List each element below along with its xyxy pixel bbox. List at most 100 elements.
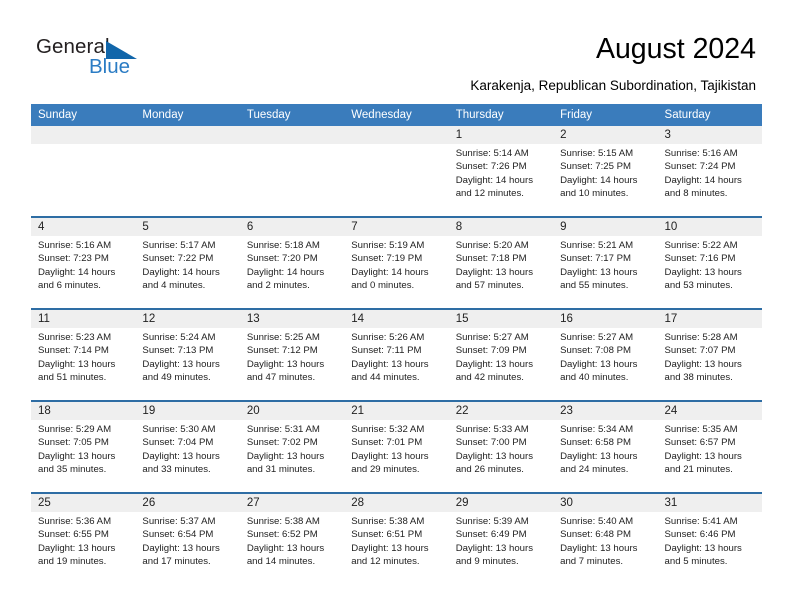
calendar-day-cell[interactable]: 19 Sunrise: 5:30 AM Sunset: 7:04 PM Dayligh… <box>135 402 239 492</box>
weekday-header-saturday: Saturday <box>664 109 711 121</box>
daylight-duration-line2: and 7 minutes. <box>560 556 624 568</box>
daylight-duration-line2: and 35 minutes. <box>38 464 107 476</box>
calendar-day-cell[interactable]: 4 Sunrise: 5:16 AM Sunset: 7:23 PM Daylight… <box>31 218 135 308</box>
calendar-day-cell[interactable]: 10 Sunrise: 5:22 AM Sunset: 7:16 PM Dayligh… <box>658 218 762 308</box>
sunset-time: Sunset: 7:05 PM <box>38 437 109 449</box>
calendar-day-cell[interactable]: 12 Sunrise: 5:24 AM Sunset: 7:13 PM Dayligh… <box>135 310 239 400</box>
calendar-day-cell[interactable]: 31 Sunrise: 5:41 AM Sunset: 6:46 PM Dayligh… <box>658 494 762 584</box>
calendar-day-cell[interactable]: 18 Sunrise: 5:29 AM Sunset: 7:05 PM Dayligh… <box>31 402 135 492</box>
sunset-time: Sunset: 6:54 PM <box>142 529 214 541</box>
calendar-day-cell-empty <box>240 126 344 216</box>
day-number: 25 <box>38 497 51 509</box>
day-number: 16 <box>560 313 573 325</box>
calendar-day-cell[interactable]: 14 Sunrise: 5:26 AM Sunset: 7:11 PM Dayligh… <box>344 310 448 400</box>
sunrise-time: Sunrise: 5:15 AM <box>560 148 634 159</box>
sunset-time: Sunset: 7:14 PM <box>38 345 109 357</box>
brand-logo[interactable]: General Blue <box>36 36 216 82</box>
calendar-weeks: 1 Sunrise: 5:14 AM Sunset: 7:26 PM Daylight… <box>31 126 762 584</box>
daylight-duration-line2: and 0 minutes. <box>351 280 415 292</box>
calendar-day-cell[interactable]: 15 Sunrise: 5:27 AM Sunset: 7:09 PM Dayligh… <box>449 310 553 400</box>
weekday-header-tuesday: Tuesday <box>246 109 291 121</box>
day-number: 10 <box>664 221 678 233</box>
calendar-day-cell[interactable]: 24 Sunrise: 5:35 AM Sunset: 6:57 PM Dayligh… <box>658 402 762 492</box>
sunset-time: Sunset: 6:57 PM <box>664 437 736 449</box>
sunset-time: Sunset: 7:16 PM <box>664 253 736 265</box>
day-number: 13 <box>246 313 260 325</box>
calendar-day-cell[interactable]: 21 Sunrise: 5:32 AM Sunset: 7:01 PM Dayligh… <box>344 402 448 492</box>
calendar-day-cell[interactable]: 5 Sunrise: 5:17 AM Sunset: 7:22 PM Daylight… <box>135 218 239 308</box>
sunrise-time: Sunrise: 5:24 AM <box>142 332 216 343</box>
calendar-day-cell[interactable]: 7 Sunrise: 5:19 AM Sunset: 7:19 PM Daylight… <box>344 218 448 308</box>
calendar-day-cell[interactable]: 30 Sunrise: 5:40 AM Sunset: 6:48 PM Dayligh… <box>553 494 657 584</box>
sunrise-time: Sunrise: 5:37 AM <box>142 516 216 527</box>
day-number: 9 <box>560 221 567 233</box>
daylight-duration-line2: and 31 minutes. <box>246 464 316 476</box>
day-number: 3 <box>664 129 671 141</box>
calendar-grid: Sunday Monday Tuesday Wednesday Thursday… <box>31 104 762 584</box>
calendar-day-cell[interactable]: 26 Sunrise: 5:37 AM Sunset: 6:54 PM Dayligh… <box>135 494 239 584</box>
daylight-duration-line1: Daylight: 13 hours <box>351 358 429 370</box>
calendar-day-cell[interactable]: 22 Sunrise: 5:33 AM Sunset: 7:00 PM Dayligh… <box>449 402 553 492</box>
sunrise-time: Sunrise: 5:33 AM <box>455 424 529 435</box>
day-sun-info: Sunrise: 5:18 AM Sunset: 7:20 PM Daylight:… <box>247 236 344 293</box>
daylight-duration-line1: Daylight: 13 hours <box>246 450 325 462</box>
day-number: 12 <box>142 313 156 325</box>
sunset-time: Sunset: 7:22 PM <box>142 253 214 265</box>
day-sun-info: Sunrise: 5:28 AM Sunset: 7:07 PM Daylight:… <box>665 328 762 385</box>
calendar-week-row: 18 Sunrise: 5:29 AM Sunset: 7:05 PM Dayligh… <box>31 400 762 492</box>
day-sun-info: Sunrise: 5:23 AM Sunset: 7:14 PM Daylight:… <box>38 328 135 385</box>
calendar-day-cell[interactable]: 11 Sunrise: 5:23 AM Sunset: 7:14 PM Dayligh… <box>31 310 135 400</box>
sunrise-time: Sunrise: 5:32 AM <box>351 424 425 435</box>
daylight-duration-line1: Daylight: 14 hours <box>560 174 638 186</box>
day-sun-info: Sunrise: 5:24 AM Sunset: 7:13 PM Daylight:… <box>142 328 239 385</box>
day-number: 29 <box>455 497 469 509</box>
brand-name-blue: Blue <box>89 55 131 78</box>
day-sun-info: Sunrise: 5:26 AM Sunset: 7:11 PM Daylight:… <box>351 328 448 385</box>
day-sun-info: Sunrise: 5:20 AM Sunset: 7:18 PM Daylight:… <box>456 236 553 293</box>
daylight-duration-line2: and 6 minutes. <box>38 280 101 292</box>
calendar-day-cell[interactable]: 17 Sunrise: 5:28 AM Sunset: 7:07 PM Dayligh… <box>658 310 762 400</box>
sunset-time: Sunset: 6:48 PM <box>560 529 632 541</box>
sunset-time: Sunset: 6:46 PM <box>664 529 736 541</box>
calendar-day-cell[interactable]: 3 Sunrise: 5:16 AM Sunset: 7:24 PM Daylight… <box>658 126 762 216</box>
day-number: 15 <box>455 313 469 325</box>
page-title: August 2024 <box>595 33 756 65</box>
weekday-header-thursday: Thursday <box>455 109 504 121</box>
sunrise-time: Sunrise: 5:26 AM <box>351 332 425 343</box>
day-sun-info: Sunrise: 5:27 AM Sunset: 7:09 PM Daylight:… <box>456 328 553 385</box>
day-sun-info: Sunrise: 5:34 AM Sunset: 6:58 PM Daylight:… <box>560 420 657 477</box>
sunrise-time: Sunrise: 5:16 AM <box>664 148 738 159</box>
calendar-day-cell[interactable]: 2 Sunrise: 5:15 AM Sunset: 7:25 PM Daylight… <box>553 126 657 216</box>
sunrise-time: Sunrise: 5:25 AM <box>246 332 320 343</box>
day-number: 28 <box>351 497 365 509</box>
day-sun-info: Sunrise: 5:41 AM Sunset: 6:46 PM Daylight:… <box>665 512 762 569</box>
calendar-day-cell[interactable]: 28 Sunrise: 5:38 AM Sunset: 6:51 PM Dayligh… <box>344 494 448 584</box>
calendar-day-cell[interactable]: 9 Sunrise: 5:21 AM Sunset: 7:17 PM Daylight… <box>553 218 657 308</box>
sunrise-time: Sunrise: 5:16 AM <box>38 240 112 251</box>
day-sun-info: Sunrise: 5:40 AM Sunset: 6:48 PM Daylight:… <box>560 512 657 569</box>
calendar-day-cell[interactable]: 27 Sunrise: 5:38 AM Sunset: 6:52 PM Dayligh… <box>240 494 344 584</box>
calendar-day-cell[interactable]: 25 Sunrise: 5:36 AM Sunset: 6:55 PM Dayligh… <box>31 494 135 584</box>
calendar-day-cell[interactable]: 8 Sunrise: 5:20 AM Sunset: 7:18 PM Daylight… <box>449 218 553 308</box>
daylight-duration-line2: and 26 minutes. <box>455 464 524 476</box>
sunrise-time: Sunrise: 5:27 AM <box>560 332 634 343</box>
day-number <box>351 126 448 144</box>
day-number: 30 <box>560 497 573 509</box>
day-sun-info: Sunrise: 5:38 AM Sunset: 6:51 PM Daylight:… <box>351 512 448 569</box>
day-number: 19 <box>142 405 156 417</box>
day-number: 26 <box>142 497 156 509</box>
day-number: 20 <box>246 405 260 417</box>
daylight-duration-line1: Daylight: 13 hours <box>38 358 116 370</box>
calendar-day-cell[interactable]: 29 Sunrise: 5:39 AM Sunset: 6:49 PM Dayligh… <box>449 494 553 584</box>
calendar-day-cell[interactable]: 6 Sunrise: 5:18 AM Sunset: 7:20 PM Daylight… <box>240 218 344 308</box>
sunset-time: Sunset: 6:52 PM <box>246 529 318 541</box>
calendar-day-cell[interactable]: 20 Sunrise: 5:31 AM Sunset: 7:02 PM Dayligh… <box>240 402 344 492</box>
day-number: 4 <box>38 221 45 233</box>
sunset-time: Sunset: 7:12 PM <box>246 345 318 357</box>
calendar-day-cell[interactable]: 13 Sunrise: 5:25 AM Sunset: 7:12 PM Dayligh… <box>240 310 344 400</box>
daylight-duration-line1: Daylight: 13 hours <box>455 266 534 278</box>
calendar-day-cell[interactable]: 1 Sunrise: 5:14 AM Sunset: 7:26 PM Daylight… <box>449 126 553 216</box>
sunrise-time: Sunrise: 5:39 AM <box>455 516 529 527</box>
calendar-day-cell[interactable]: 23 Sunrise: 5:34 AM Sunset: 6:58 PM Dayligh… <box>553 402 657 492</box>
calendar-day-cell[interactable]: 16 Sunrise: 5:27 AM Sunset: 7:08 PM Dayligh… <box>553 310 657 400</box>
